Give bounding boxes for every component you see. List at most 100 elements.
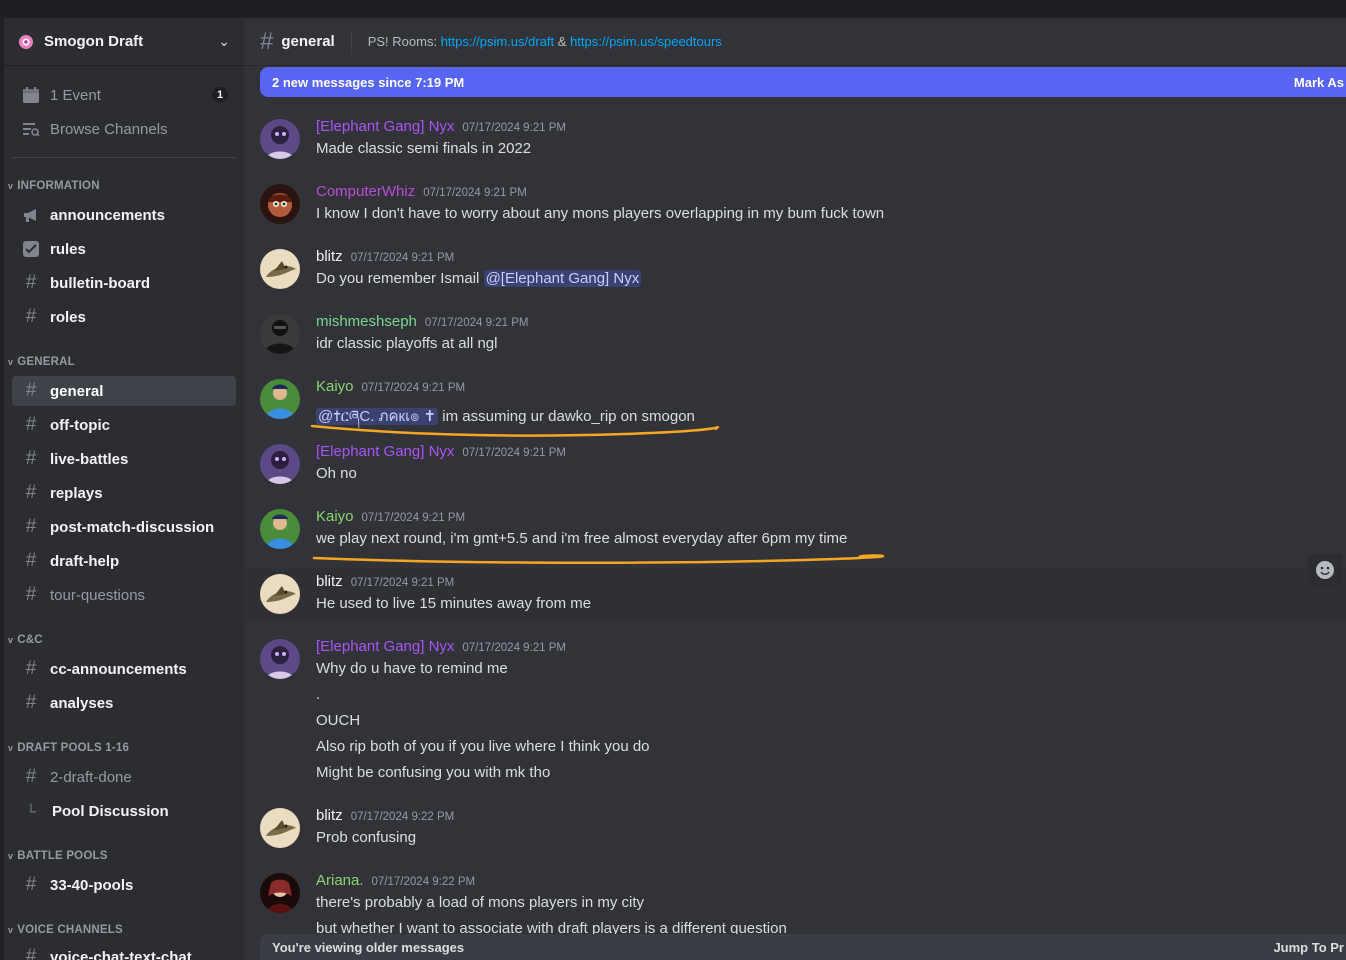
channel-post-match-discussion[interactable]: # post-match-discussion — [12, 512, 236, 542]
megaphone-icon — [20, 206, 42, 224]
username[interactable]: Kaiyo — [316, 508, 354, 525]
channel-bulletin-board[interactable]: # bulletin-board — [12, 268, 236, 298]
avatar[interactable] — [260, 574, 300, 614]
channel-voice-chat-text-chat[interactable]: # voice-chat-text-chat — [12, 942, 236, 960]
avatar[interactable] — [260, 444, 300, 484]
username[interactable]: ComputerWhiz — [316, 183, 415, 200]
topic-link-speedtours[interactable]: https://psim.us/speedtours — [570, 34, 722, 49]
avatar[interactable] — [260, 379, 300, 419]
hash-icon: # — [25, 414, 37, 435]
chevron-down-icon: v — [8, 635, 14, 645]
message: Kaiyo 07/17/2024 9:21 PM we play next rou… — [244, 508, 1346, 558]
message-text: Prob confusing — [316, 829, 417, 846]
message-text: I know I don't have to worry about any m… — [316, 205, 885, 222]
category-voice-channels[interactable]: v VOICE CHANNELS — [8, 924, 123, 936]
hash-icon: # — [25, 272, 37, 293]
username[interactable]: [Elephant Gang] Nyx — [316, 638, 454, 655]
category-battle-pools[interactable]: v BATTLE POOLS — [8, 850, 108, 862]
channel-analyses[interactable]: # analyses — [12, 688, 236, 718]
avatar[interactable] — [260, 249, 300, 289]
avatar[interactable] — [260, 509, 300, 549]
events-count-badge: 1 — [212, 87, 228, 103]
hash-icon: # — [25, 658, 37, 679]
avatar[interactable] — [260, 873, 300, 913]
message-text: Oh no — [316, 465, 357, 482]
message: mishmeshseph 07/17/2024 9:21 PM idr class… — [244, 313, 1346, 363]
mark-as-read-button[interactable]: Mark As — [1294, 75, 1344, 90]
hash-icon: # — [25, 550, 37, 571]
channel-off-topic[interactable]: # off-topic — [12, 410, 236, 440]
username[interactable]: mishmeshseph — [316, 313, 417, 330]
timestamp: 07/17/2024 9:21 PM — [462, 642, 567, 654]
older-messages-bar[interactable]: You're viewing older messages Jump To Pr — [260, 934, 1346, 960]
username[interactable]: blitz — [316, 573, 343, 590]
channel-announcements[interactable]: announcements — [12, 200, 236, 230]
channel-topic: PS! Rooms: https://psim.us/draft & https… — [367, 34, 722, 49]
channel-live-battles[interactable]: # live-battles — [12, 444, 236, 474]
hash-icon: # — [25, 584, 37, 605]
channel-draft-help[interactable]: # draft-help — [12, 546, 236, 576]
server-logo-icon — [19, 34, 33, 49]
message-text: idr classic playoffs at all ngl — [316, 335, 498, 352]
user-mention[interactable]: @[Elephant Gang] Nyx — [483, 270, 642, 287]
channel-roles[interactable]: # roles — [12, 302, 236, 332]
channel-tour-questions[interactable]: # tour-questions — [12, 580, 236, 610]
thread-pool-discussion[interactable]: └ Pool Discussion — [12, 796, 236, 826]
username[interactable]: Kaiyo — [316, 378, 354, 395]
browse-channels-item[interactable]: Browse Channels — [12, 114, 236, 144]
message: [Elephant Gang] Nyx 07/17/2024 9:21 PM Oh… — [244, 443, 1346, 493]
avatar[interactable] — [260, 808, 300, 848]
emoji-icon — [1316, 561, 1334, 579]
username[interactable]: Ariana. — [316, 872, 364, 889]
channel-general[interactable]: # general — [12, 376, 236, 406]
add-reaction-button[interactable] — [1308, 554, 1342, 586]
chevron-down-icon: v — [8, 743, 14, 753]
timestamp: 07/17/2024 9:22 PM — [371, 876, 476, 888]
avatar[interactable] — [260, 639, 300, 679]
avatar[interactable] — [260, 119, 300, 159]
new-messages-bar[interactable]: 2 new messages since 7:19 PM Mark As — [260, 67, 1346, 97]
category-cc[interactable]: v C&C — [8, 634, 43, 646]
category-draft-pools[interactable]: v DRAFT POOLS 1-16 — [8, 742, 129, 754]
message-text: . — [316, 686, 321, 703]
chevron-down-icon: v — [8, 181, 14, 191]
timestamp: 07/17/2024 9:21 PM — [462, 122, 567, 134]
chevron-down-icon[interactable]: ⌄ — [218, 33, 230, 50]
checkbox-icon — [20, 240, 42, 258]
message: blitz 07/17/2024 9:21 PM He used to live … — [244, 568, 1346, 620]
message-text: Made classic semi finals in 2022 — [316, 140, 532, 157]
hash-icon: # — [25, 946, 37, 960]
timestamp: 07/17/2024 9:21 PM — [462, 447, 567, 459]
username[interactable]: blitz — [316, 807, 343, 824]
username[interactable]: [Elephant Gang] Nyx — [316, 118, 454, 135]
channel-cc-announcements[interactable]: # cc-announcements — [12, 654, 236, 684]
message: [Elephant Gang] Nyx 07/17/2024 9:21 PM Ma… — [244, 118, 1346, 168]
message-text: Why do u have to remind me — [316, 660, 508, 677]
message-text: He used to live 15 minutes away from me — [316, 595, 592, 612]
server-header[interactable]: Smogon Draft ⌄ — [4, 18, 244, 66]
username[interactable]: [Elephant Gang] Nyx — [316, 443, 454, 460]
topic-link-draft[interactable]: https://psim.us/draft — [441, 34, 554, 49]
events-item[interactable]: 1 Event 1 — [12, 80, 236, 110]
timestamp: 07/17/2024 9:21 PM — [350, 577, 455, 589]
channel-rules[interactable]: rules — [12, 234, 236, 264]
user-mention[interactable]: @✝ርཞC. ภคкเ๏ ✝ — [316, 408, 439, 425]
browse-channels-label: Browse Channels — [50, 120, 168, 138]
channel-33-40-pools[interactable]: # 33-40-pools — [12, 870, 236, 900]
hash-icon: # — [25, 482, 37, 503]
channel-title: general — [281, 33, 335, 50]
username[interactable]: blitz — [316, 248, 343, 265]
jump-to-present-button[interactable]: Jump To Pr — [1273, 940, 1344, 955]
timestamp: 07/17/2024 9:21 PM — [361, 382, 466, 394]
channel-2-draft-done[interactable]: # 2-draft-done — [12, 762, 236, 792]
hash-thread-icon: # — [25, 766, 37, 787]
avatar[interactable] — [260, 314, 300, 354]
category-general[interactable]: v GENERAL — [8, 356, 75, 368]
timestamp: 07/17/2024 9:21 PM — [424, 317, 529, 329]
hash-icon: # — [25, 306, 37, 327]
avatar[interactable] — [260, 184, 300, 224]
timestamp: 07/17/2024 9:21 PM — [361, 512, 466, 524]
channel-replays[interactable]: # replays — [12, 478, 236, 508]
server-name: Smogon Draft — [44, 33, 144, 50]
category-information[interactable]: v INFORMATION — [8, 180, 100, 192]
